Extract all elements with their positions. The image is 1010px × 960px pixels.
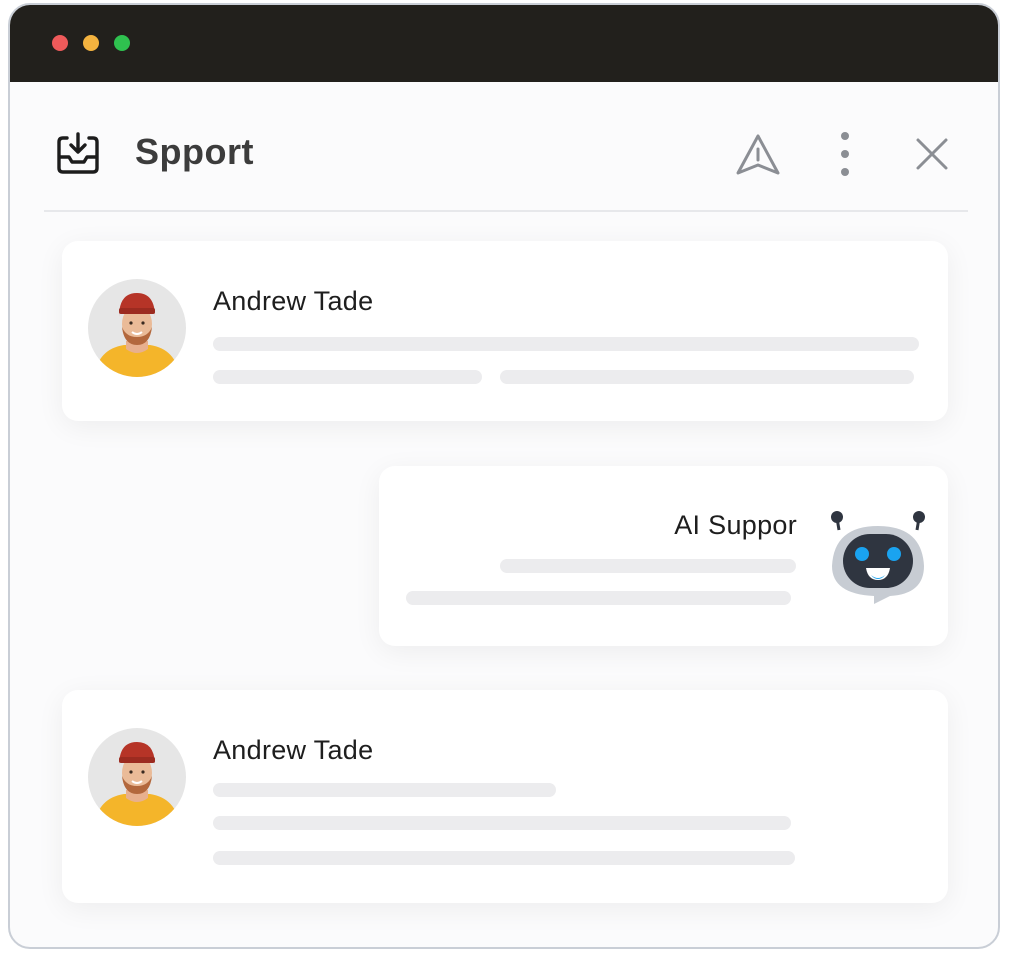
close-icon[interactable] xyxy=(913,135,951,173)
message-author: Andrew Tade xyxy=(213,735,374,765)
user-avatar-image xyxy=(88,728,186,826)
message-author: AI Suppor xyxy=(674,510,797,540)
close-window-dot[interactable] xyxy=(52,35,68,51)
user-avatar-image xyxy=(88,279,186,377)
robot-avatar-icon xyxy=(831,511,925,604)
message-text-placeholder xyxy=(500,370,914,384)
message-text-placeholder xyxy=(500,559,796,573)
minimize-window-dot[interactable] xyxy=(83,35,99,51)
more-vertical-icon[interactable] xyxy=(833,131,857,177)
message-card[interactable]: AI Suppor xyxy=(379,466,948,646)
app-window: Spport Andrew Tade AI Suppor Andrew Tade xyxy=(8,3,1000,949)
message-text-placeholder xyxy=(213,370,482,384)
inbox-download-icon xyxy=(57,132,99,174)
maximize-window-dot[interactable] xyxy=(114,35,130,51)
message-text-placeholder xyxy=(213,337,919,351)
avatar xyxy=(88,728,186,826)
message-author: Andrew Tade xyxy=(213,286,374,316)
avatar xyxy=(88,279,186,377)
message-text-placeholder xyxy=(406,591,791,605)
message-card[interactable]: Andrew Tade xyxy=(62,690,948,903)
message-text-placeholder xyxy=(213,816,791,830)
page-title: Spport xyxy=(135,131,254,172)
message-text-placeholder xyxy=(213,851,795,865)
message-card[interactable]: Andrew Tade xyxy=(62,241,948,421)
window-titlebar xyxy=(10,5,998,82)
warning-icon[interactable] xyxy=(734,131,782,179)
message-text-placeholder xyxy=(213,783,556,797)
header-divider xyxy=(44,210,968,212)
